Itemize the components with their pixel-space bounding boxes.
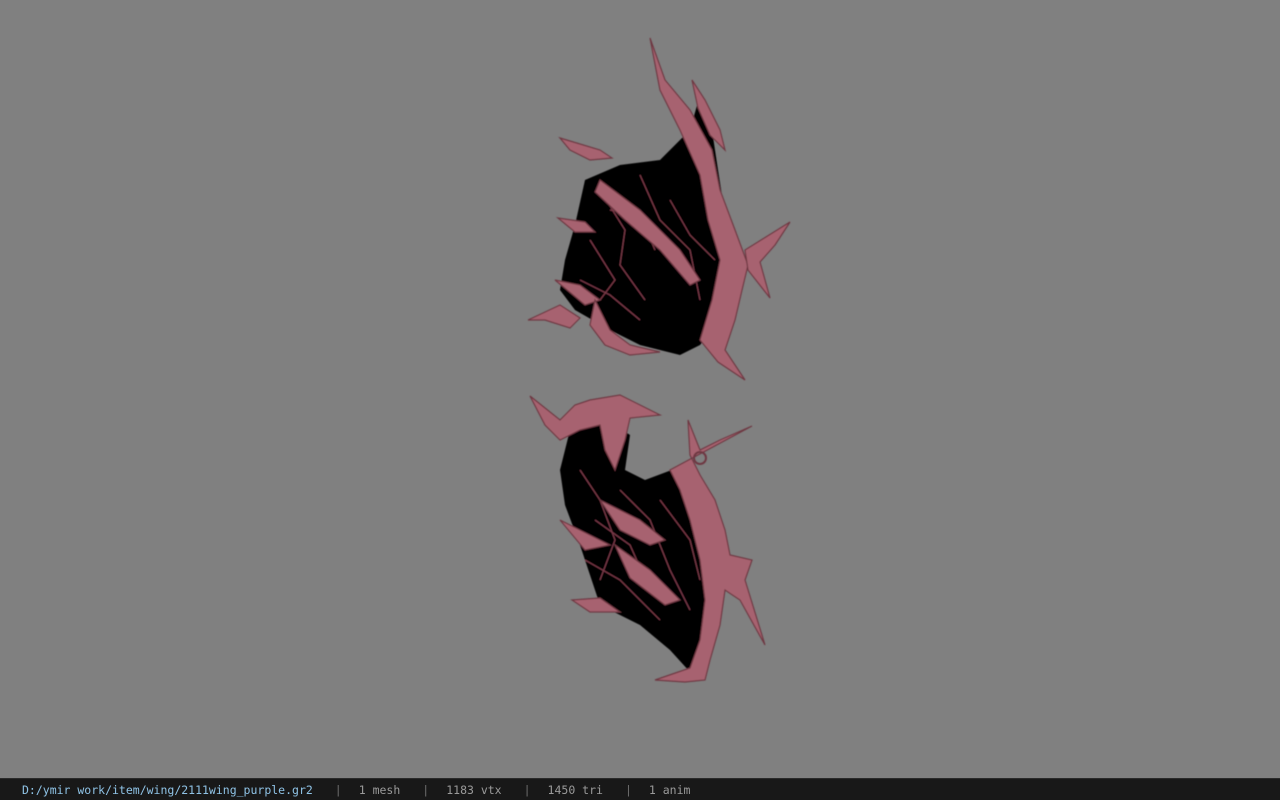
lower-wing-bones bbox=[529, 394, 766, 683]
separator: | bbox=[422, 782, 430, 797]
anim-count: 1 anim bbox=[648, 782, 691, 797]
separator: | bbox=[624, 782, 632, 797]
separator: | bbox=[334, 782, 342, 797]
status-bar: D:/ymir work/item/wing/2111wing_purple.g… bbox=[0, 778, 1280, 800]
wing-model-render bbox=[527, 37, 791, 683]
mesh-count: 1 mesh bbox=[358, 782, 401, 797]
upper-wing-mesh bbox=[527, 37, 791, 381]
vertex-count: 1183 vtx bbox=[446, 782, 502, 797]
triangle-count: 1450 tri bbox=[547, 782, 603, 797]
file-path: D:/ymir work/item/wing/2111wing_purple.g… bbox=[22, 782, 313, 797]
3d-viewport[interactable] bbox=[0, 0, 1280, 778]
lower-wing-mesh bbox=[529, 394, 766, 683]
separator: | bbox=[523, 782, 531, 797]
